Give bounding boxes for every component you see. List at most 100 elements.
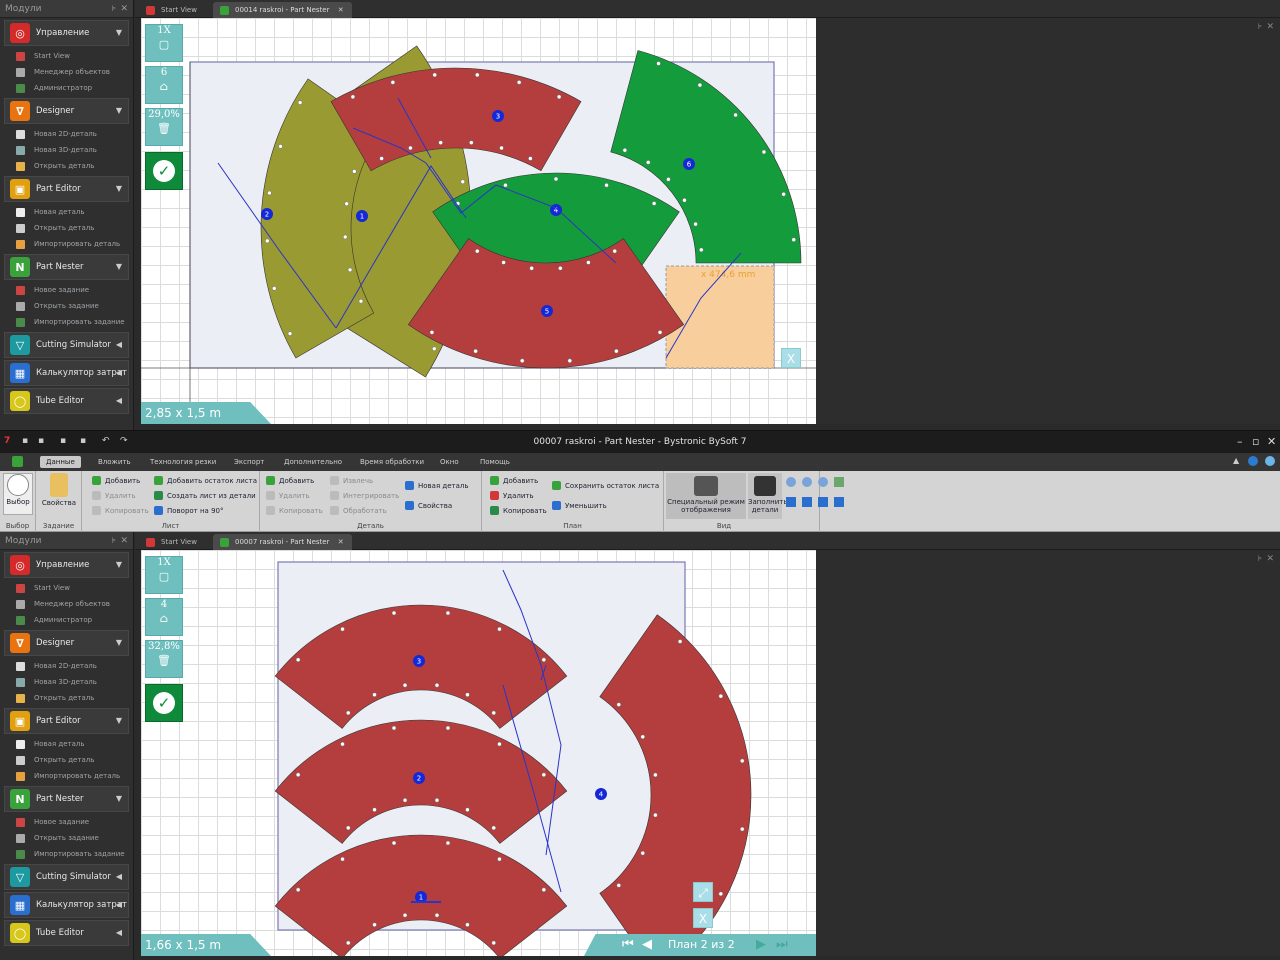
- zoom-out-icon[interactable]: [802, 477, 812, 487]
- integrate-button[interactable]: Интегрировать: [330, 491, 399, 500]
- menu-item-6[interactable]: Окно: [434, 456, 465, 468]
- plan-copy-button[interactable]: Копировать: [490, 506, 547, 515]
- sheet-copy-button[interactable]: Копировать: [92, 506, 149, 515]
- module-item[interactable]: Открыть деталь: [0, 752, 133, 768]
- module-item[interactable]: Новое задание: [0, 814, 133, 830]
- close-icon[interactable]: ✕: [120, 532, 128, 550]
- menu-item-5[interactable]: Время обработки: [354, 456, 430, 468]
- pin-icon[interactable]: ⊧: [112, 532, 116, 550]
- expand-arrow-icon[interactable]: ▼: [116, 638, 122, 647]
- zoom-fit-icon[interactable]: [818, 477, 828, 487]
- module-item[interactable]: Администратор: [0, 80, 133, 96]
- view-left-icon[interactable]: [786, 497, 796, 507]
- close-tab-icon[interactable]: ✕: [338, 538, 344, 546]
- module-item[interactable]: Новая деталь: [0, 204, 133, 220]
- collapse-ribbon-icon[interactable]: ▲: [1233, 456, 1239, 465]
- tab-start-view[interactable]: Start View: [139, 2, 205, 18]
- module-0[interactable]: ◎ Управление ▼: [4, 552, 129, 578]
- pin-icon[interactable]: ⊧: [112, 0, 116, 18]
- menu-item-0[interactable]: Данные: [40, 456, 81, 468]
- fit-view-button[interactable]: ⤢: [693, 882, 713, 902]
- module-item[interactable]: Открыть деталь: [0, 690, 133, 706]
- module-item[interactable]: Открыть деталь: [0, 158, 133, 174]
- expand-arrow-icon[interactable]: ▼: [116, 716, 122, 725]
- utilization-button[interactable]: 29,0% 🗑: [145, 108, 183, 146]
- task-properties-button[interactable]: Свойства: [40, 473, 78, 507]
- module-1[interactable]: ∇ Designer ▼: [4, 630, 129, 656]
- module-item[interactable]: Новая 3D-деталь: [0, 142, 133, 158]
- expand-arrow-icon[interactable]: ◀: [116, 872, 122, 881]
- view-up-icon[interactable]: [802, 497, 812, 507]
- expand-arrow-icon[interactable]: ◀: [116, 900, 122, 909]
- create-sheet-from-part-button[interactable]: Создать лист из детали: [154, 491, 256, 500]
- part-add-button[interactable]: Добавить: [266, 476, 314, 485]
- last-plan-icon[interactable]: ⏭: [776, 934, 788, 956]
- info-icon[interactable]: [1265, 456, 1275, 466]
- prev-plan-icon[interactable]: ◀: [642, 934, 652, 956]
- utilization-button[interactable]: 32,8% 🗑: [145, 640, 183, 678]
- zoom-all-icon[interactable]: [834, 477, 844, 487]
- module-3[interactable]: N Part Nester ▼: [4, 786, 129, 812]
- plan-delete-button[interactable]: Удалить: [490, 491, 534, 500]
- module-item[interactable]: Start View: [0, 580, 133, 596]
- close-icon[interactable]: ✕: [1266, 554, 1274, 564]
- expand-arrow-icon[interactable]: ▼: [116, 184, 122, 193]
- tab-document[interactable]: 00014 raskroi - Part Nester ✕: [213, 2, 352, 18]
- part-delete-button[interactable]: Удалить: [266, 491, 310, 500]
- module-item[interactable]: Менеджер объектов: [0, 64, 133, 80]
- expand-arrow-icon[interactable]: ▼: [116, 560, 122, 569]
- confirm-button[interactable]: ✓: [145, 152, 183, 190]
- module-item[interactable]: Импортировать деталь: [0, 236, 133, 252]
- module-2[interactable]: ▣ Part Editor ▼: [4, 708, 129, 734]
- module-item[interactable]: Администратор: [0, 612, 133, 628]
- minimize-icon[interactable]: –: [1237, 435, 1243, 448]
- module-item[interactable]: Менеджер объектов: [0, 596, 133, 612]
- module-5[interactable]: ▦ Калькулятор затрат ◀: [4, 892, 129, 918]
- next-plan-icon[interactable]: ▶: [756, 934, 766, 956]
- view-down-icon[interactable]: [834, 497, 844, 507]
- module-item[interactable]: Новая 2D-деталь: [0, 658, 133, 674]
- expand-arrow-icon[interactable]: ▼: [116, 106, 122, 115]
- close-tab-icon[interactable]: ✕: [338, 6, 344, 14]
- close-icon[interactable]: ✕: [1266, 22, 1274, 32]
- module-0[interactable]: ◎ Управление ▼: [4, 20, 129, 46]
- part-properties-button[interactable]: Свойства: [405, 501, 452, 510]
- tab-document[interactable]: 00007 raskroi - Part Nester ✕: [213, 534, 352, 550]
- menu-item-4[interactable]: Дополнительно: [278, 456, 348, 468]
- select-button[interactable]: Выбор: [3, 473, 33, 515]
- new-part-button[interactable]: Новая деталь: [405, 481, 469, 490]
- expand-arrow-icon[interactable]: ◀: [116, 928, 122, 937]
- expand-arrow-icon[interactable]: ◀: [116, 340, 122, 349]
- zoom-1x-button[interactable]: 1X ▢: [145, 24, 183, 62]
- module-item[interactable]: Start View: [0, 48, 133, 64]
- process-button[interactable]: Обработать: [330, 506, 387, 515]
- shrink-button[interactable]: Уменьшить: [552, 501, 607, 510]
- module-item[interactable]: Импортировать задание: [0, 846, 133, 862]
- menu-item-1[interactable]: Вложить: [92, 456, 137, 468]
- view-right-icon[interactable]: [818, 497, 828, 507]
- close-small-button[interactable]: X: [693, 908, 713, 928]
- first-plan-icon[interactable]: ⏮: [622, 934, 634, 956]
- expand-arrow-icon[interactable]: ▼: [116, 262, 122, 271]
- module-3[interactable]: N Part Nester ▼: [4, 254, 129, 280]
- part-count-button[interactable]: 4 ⌂: [145, 598, 183, 636]
- module-item[interactable]: Новая 3D-деталь: [0, 674, 133, 690]
- module-6[interactable]: ◯ Tube Editor ◀: [4, 388, 129, 414]
- module-2[interactable]: ▣ Part Editor ▼: [4, 176, 129, 202]
- module-4[interactable]: ▽ Cutting Simulator ◀: [4, 332, 129, 358]
- confirm-button[interactable]: ✓: [145, 684, 183, 722]
- nesting-canvas[interactable]: 1 2 3 4 1X ▢ 4 ⌂ 32,8% 🗑 ✓ ⤢ X 1,66 x 1,5 m…: [141, 550, 816, 956]
- fill-parts-button[interactable]: Заполнить детали: [748, 473, 787, 519]
- module-item[interactable]: Импортировать задание: [0, 314, 133, 330]
- part-count-button[interactable]: 6 ⌂: [145, 66, 183, 104]
- module-item[interactable]: Открыть задание: [0, 830, 133, 846]
- module-item[interactable]: Импортировать деталь: [0, 768, 133, 784]
- menu-item-7[interactable]: Помощь: [474, 456, 516, 468]
- close-window-icon[interactable]: ✕: [1267, 435, 1276, 448]
- zoom-1x-button[interactable]: 1X ▢: [145, 556, 183, 594]
- special-view-button[interactable]: Специальный режим отображения: [666, 473, 746, 519]
- extract-button[interactable]: Извлечь: [330, 476, 373, 485]
- sheet-add-button[interactable]: Добавить: [92, 476, 140, 485]
- tab-start-view[interactable]: Start View: [139, 534, 205, 550]
- menu-item-3[interactable]: Экспорт: [228, 456, 270, 468]
